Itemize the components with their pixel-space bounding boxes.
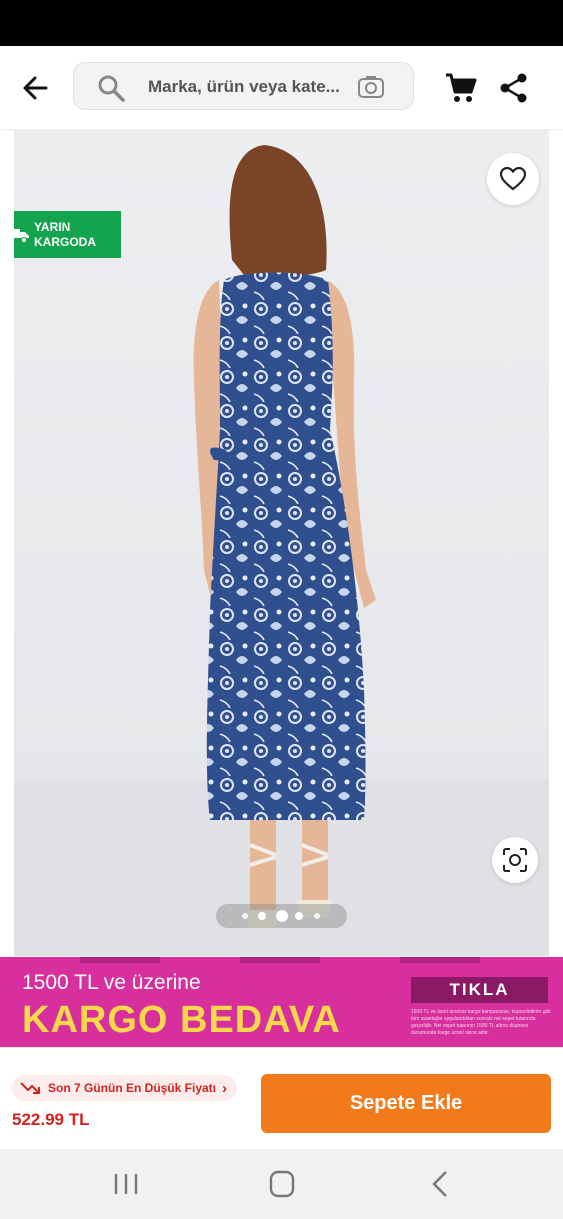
search-bar[interactable]: [73, 62, 414, 110]
visual-search-button[interactable]: [492, 837, 538, 883]
pagination-dot[interactable]: [295, 912, 303, 920]
add-to-cart-button[interactable]: Sepete Ekle: [261, 1074, 551, 1133]
back-button[interactable]: [16, 70, 56, 106]
share-icon: [500, 73, 527, 103]
recents-icon: [114, 1174, 138, 1194]
nav-back-icon: [432, 1171, 447, 1197]
fast-shipping-badge: YARIN KARGODA: [14, 211, 121, 258]
share-button[interactable]: [498, 72, 530, 104]
status-bar: [0, 0, 563, 46]
pagination-dot-active[interactable]: [276, 910, 288, 922]
banner-stripe: [240, 957, 320, 963]
banner-fine-print: 1500 TL ve üzeri ücretsiz kargo kampanya…: [411, 1009, 551, 1036]
pagination-dot[interactable]: [258, 912, 266, 920]
chevron-right-icon: ›: [222, 1079, 228, 1097]
banner-cta-button[interactable]: TIKLA: [411, 977, 548, 1003]
free-shipping-banner[interactable]: 1500 TL ve üzerine KARGO BEDAVA TIKLA 15…: [0, 957, 563, 1047]
banner-subtitle: 1500 TL ve üzerine: [22, 971, 201, 994]
home-button[interactable]: [262, 1169, 302, 1199]
purchase-bar: Son 7 Günün En Düşük Fiyatı › 522.99 TL …: [0, 1047, 563, 1149]
fast-shipping-label: YARIN KARGODA: [34, 220, 96, 249]
banner-stripe: [80, 957, 160, 963]
cart-button[interactable]: [444, 72, 478, 104]
banner-stripe: [400, 957, 480, 963]
pagination-dot[interactable]: [314, 913, 320, 919]
lowest-price-label: Son 7 Günün En Düşük Fiyatı: [48, 1081, 217, 1095]
trend-down-icon: [20, 1082, 40, 1094]
search-icon: [98, 75, 125, 102]
truck-icon: [14, 229, 29, 243]
system-back-button[interactable]: [420, 1169, 460, 1199]
favorite-button[interactable]: [487, 153, 539, 205]
image-pagination[interactable]: [216, 904, 347, 928]
home-icon: [269, 1170, 295, 1198]
recents-button[interactable]: [106, 1169, 146, 1199]
heart-icon: [500, 167, 526, 191]
product-price: 522.99 TL: [12, 1110, 90, 1129]
pagination-dot[interactable]: [242, 913, 248, 919]
lowest-price-badge[interactable]: Son 7 Günün En Düşük Fiyatı ›: [12, 1075, 238, 1101]
product-image-gallery[interactable]: YARIN KARGODA: [14, 130, 549, 956]
arrow-left-icon: [23, 76, 48, 100]
banner-headline: KARGO BEDAVA: [22, 999, 341, 1041]
search-input[interactable]: [148, 71, 348, 103]
system-nav-bar: [0, 1149, 563, 1219]
scan-icon: [503, 848, 527, 872]
top-bar: [0, 46, 563, 130]
cart-icon: [446, 73, 477, 102]
camera-search-icon[interactable]: [357, 74, 385, 100]
